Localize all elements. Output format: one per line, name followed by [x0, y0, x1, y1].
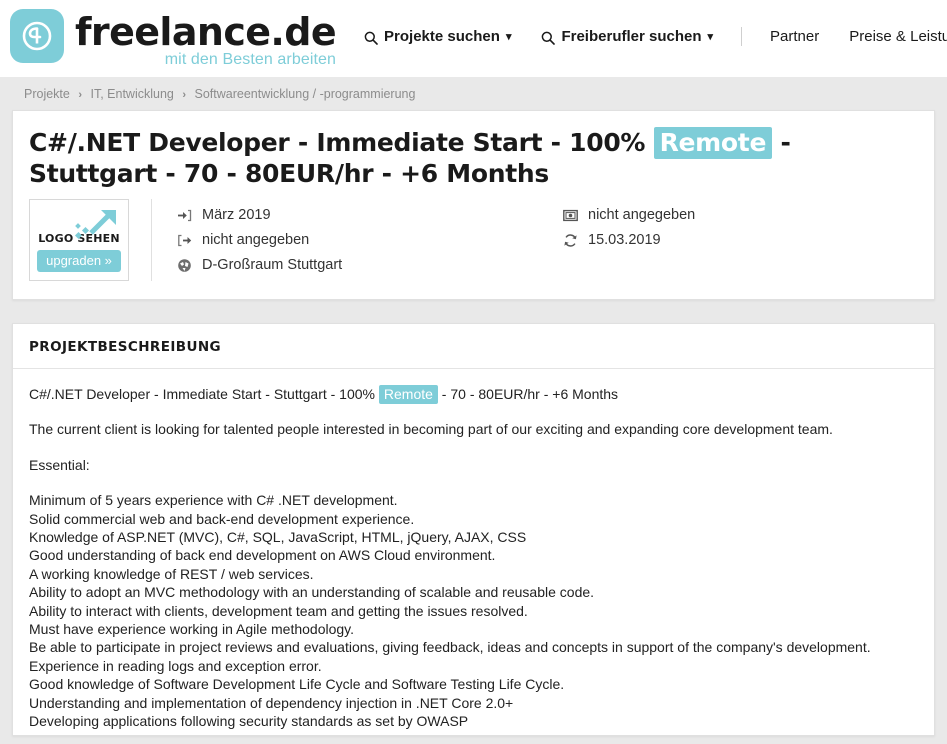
meta-start-date: März 2019 [176, 207, 562, 223]
project-meta-left: März 2019 nicht angegeben D-Großraum Stu… [176, 207, 562, 281]
breadcrumb: Projekte › IT, Entwicklung › Softwareent… [0, 77, 947, 110]
breadcrumb-item-softwareentwicklung[interactable]: Softwareentwicklung / -programmierung [195, 87, 416, 101]
headline-before: C#/.NET Developer - Immediate Start - St… [29, 386, 379, 402]
project-description-card: PROJEKTBESCHREIBUNG C#/.NET Developer - … [12, 323, 935, 736]
remote-badge-inline: Remote [378, 385, 438, 404]
meta-budget: nicht angegeben [562, 207, 695, 223]
arrow-into-bracket-icon [176, 207, 192, 223]
growth-arrow-icon [74, 206, 120, 251]
page-title: C#/.NET Developer - Immediate Start - 10… [13, 111, 934, 199]
brand-logo[interactable]: freelance.de mit den Besten arbeiten [0, 0, 337, 69]
search-icon [541, 31, 556, 45]
description-requirements: Minimum of 5 years experience with C# .N… [29, 492, 871, 730]
breadcrumb-separator: › [182, 89, 187, 101]
upgrade-button[interactable]: upgraden » [37, 250, 121, 272]
nav-item-preise-leistungen[interactable]: Preise & Leistungen ▾ [849, 28, 947, 45]
freelance-logo-icon [10, 9, 64, 63]
project-summary-card: C#/.NET Developer - Immediate Start - 10… [12, 110, 935, 300]
nav-item-partner[interactable]: Partner [770, 28, 819, 45]
meta-location: D-Großraum Stuttgart [176, 257, 562, 273]
meta-value: März 2019 [202, 207, 271, 223]
globe-icon [176, 257, 192, 273]
description-body: C#/.NET Developer - Immediate Start - St… [13, 369, 934, 735]
headline-after: - 70 - 80EUR/hr - +6 Months [437, 386, 619, 402]
nav-item-freiberufler-suchen[interactable]: Freiberufler suchen ▾ [541, 28, 713, 45]
meta-value: 15.03.2019 [588, 232, 661, 248]
chevron-down-icon: ▾ [707, 31, 714, 43]
nav-divider [741, 27, 743, 46]
nav-label: Preise & Leistungen [849, 28, 947, 45]
remote-badge: Remote [653, 127, 773, 159]
arrow-out-of-bracket-icon [176, 232, 192, 248]
nav-label: Partner [770, 28, 820, 45]
breadcrumb-item-projekte[interactable]: Projekte [24, 87, 70, 101]
nav-label: Projekte suchen [384, 28, 500, 45]
description-heading: PROJEKTBESCHREIBUNG [13, 324, 934, 369]
main-navigation: Projekte suchen ▾ Freiberufler suchen ▾ … [364, 0, 947, 46]
description-section-label: Essential: [29, 456, 90, 473]
breadcrumb-item-it-entwicklung[interactable]: IT, Entwicklung [91, 87, 174, 101]
brand-name: freelance.de [75, 10, 337, 54]
banknote-icon [562, 207, 578, 223]
project-meta-row: LOGO SEHEN upgraden » März 2019 nicht an… [13, 199, 934, 281]
meta-value: nicht angegeben [202, 232, 310, 248]
meta-value: D-Großraum Stuttgart [202, 257, 343, 273]
refresh-icon [562, 232, 578, 248]
project-meta-columns: März 2019 nicht angegeben D-Großraum Stu… [152, 199, 934, 281]
logo-teaser-box[interactable]: LOGO SEHEN upgraden » [29, 199, 129, 281]
meta-end-date: nicht angegeben [176, 232, 562, 248]
title-text-before: C#/.NET Developer - Immediate Start - 10… [29, 128, 654, 157]
description-intro: The current client is looking for talent… [29, 421, 833, 438]
site-header: freelance.de mit den Besten arbeiten Pro… [0, 0, 947, 77]
search-icon [364, 31, 378, 45]
page-root: freelance.de mit den Besten arbeiten Pro… [0, 0, 947, 744]
breadcrumb-separator: › [78, 89, 83, 101]
project-meta-right: nicht angegeben 15.03.2019 [562, 207, 695, 281]
chevron-down-icon: ▾ [505, 31, 512, 43]
meta-value: nicht angegeben [588, 207, 696, 223]
description-headline: C#/.NET Developer - Immediate Start - St… [29, 385, 918, 404]
nav-label: Freiberufler suchen [561, 28, 702, 45]
nav-item-projekte-suchen[interactable]: Projekte suchen ▾ [364, 28, 511, 45]
meta-updated: 15.03.2019 [562, 232, 695, 248]
